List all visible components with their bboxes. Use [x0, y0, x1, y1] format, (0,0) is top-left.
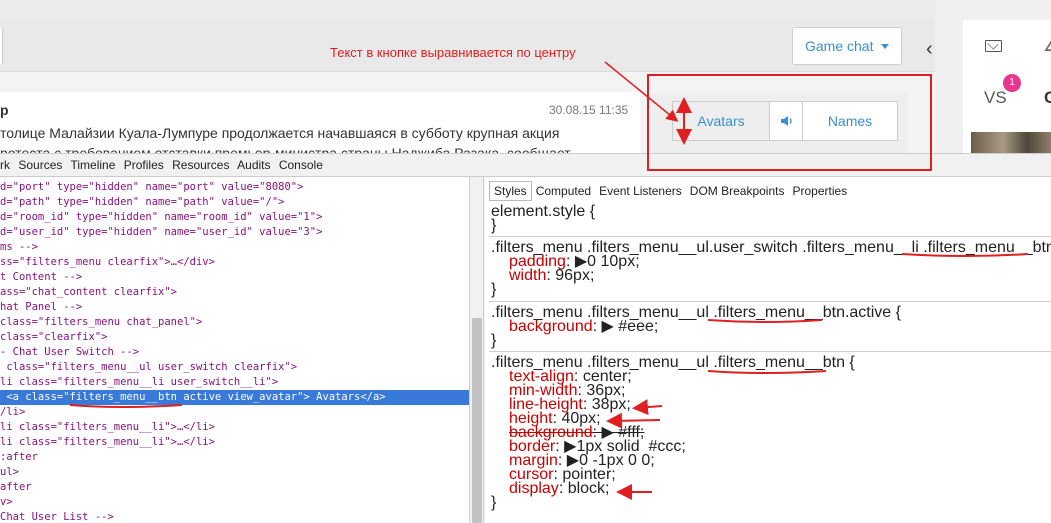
dom-node[interactable]: d="user_id" type="hidden" name="user_id"…: [0, 225, 322, 240]
message-author: р: [0, 102, 9, 118]
tab-profiles[interactable]: Profiles: [124, 158, 164, 172]
vs-label[interactable]: VS: [984, 88, 1007, 108]
tab-event-listeners[interactable]: Event Listeners: [595, 182, 686, 200]
user-icon[interactable]: C: [1044, 88, 1051, 108]
dom-node[interactable]: li class="filters_menu__li">…</li>: [0, 435, 215, 450]
dom-node[interactable]: d="port" type="hidden" name="port" value…: [0, 180, 303, 195]
tab-computed[interactable]: Computed: [532, 182, 595, 200]
tab-resources[interactable]: Resources: [172, 158, 229, 172]
dom-node[interactable]: d="path" type="hidden" name="path" value…: [0, 195, 284, 210]
rule-separator: [489, 351, 1051, 352]
game-chat-label: Game chat: [805, 38, 874, 54]
dom-node[interactable]: ul>: [0, 465, 19, 480]
rule-separator: [489, 301, 1051, 302]
dom-node[interactable]: d="room_id" type="hidden" name="room_id"…: [0, 210, 322, 225]
css-selector[interactable]: element.style {: [491, 204, 595, 220]
chevron-down-icon: [881, 44, 889, 49]
tab-properties[interactable]: Properties: [788, 182, 851, 200]
chevron-left-icon[interactable]: ‹: [926, 38, 933, 61]
notification-badge: 1: [1003, 74, 1021, 92]
dom-node[interactable]: ss="filters_menu clearfix">…</div>: [0, 255, 215, 270]
css-colon: :: [546, 267, 556, 284]
dom-node[interactable]: class="clearfix">: [0, 330, 107, 345]
css-property[interactable]: background: [509, 318, 593, 335]
screenshot-root: Game chat ‹ ∠ VS 1 C Текст в кнопке выра…: [0, 0, 1051, 523]
dom-node[interactable]: t Content -->: [0, 270, 82, 285]
css-declaration[interactable]: display: block;: [509, 480, 610, 497]
css-rule-close: }: [491, 217, 497, 234]
tab-console[interactable]: Console: [279, 158, 323, 172]
dom-tree: d="port" type="hidden" name="port" value…: [0, 177, 470, 523]
game-chat-dropdown[interactable]: Game chat: [792, 27, 902, 65]
css-rule-close: }: [491, 494, 497, 511]
tab-styles[interactable]: Styles: [489, 181, 532, 201]
css-value[interactable]: ▶ #eee;: [602, 318, 659, 335]
css-property[interactable]: width: [509, 267, 546, 284]
header-left-tab[interactable]: [0, 28, 3, 64]
annotation-highlight-box: [647, 74, 932, 171]
dom-node[interactable]: ass="chat_content clearfix">: [0, 285, 177, 300]
tab-network[interactable]: rk: [0, 158, 10, 172]
mail-icon[interactable]: [985, 40, 1002, 52]
css-colon: :: [592, 318, 602, 335]
dom-node-selected[interactable]: <a class="filters_menu__btn active view_…: [0, 390, 469, 405]
tab-sources[interactable]: Sources: [18, 158, 62, 172]
dom-node[interactable]: after: [0, 480, 32, 495]
rule-separator: [489, 236, 1051, 237]
dom-node[interactable]: - Chat User Switch -->: [0, 345, 139, 360]
css-value[interactable]: block;: [568, 480, 610, 497]
css-declaration[interactable]: width: 96px;: [509, 267, 594, 284]
tab-audits[interactable]: Audits: [237, 158, 270, 172]
annotation-text: Текст в кнопке выравнивается по центру: [330, 45, 576, 60]
dom-node[interactable]: :after: [0, 450, 38, 465]
dom-node[interactable]: v>: [0, 495, 13, 510]
dom-scrollbar-thumb[interactable]: [472, 318, 482, 523]
top-strip: [0, 0, 935, 20]
css-rule-close: }: [491, 281, 497, 298]
dom-node[interactable]: class="filters_menu chat_panel">: [0, 315, 202, 330]
css-declaration[interactable]: background: ▶ #eee;: [509, 318, 659, 335]
dom-node[interactable]: li class="filters_menu__li">…</li>: [0, 420, 215, 435]
edit-icon[interactable]: ∠: [1043, 36, 1051, 56]
user-photo: [971, 132, 1051, 153]
dom-node[interactable]: li class="filters_menu__li user_switch__…: [0, 375, 278, 390]
tab-dom-breakpoints[interactable]: DOM Breakpoints: [686, 182, 789, 200]
dom-node[interactable]: hat Panel -->: [0, 300, 82, 315]
message-text: толице Малайзии Куала-Лумпуре продолжает…: [0, 123, 600, 153]
dom-node[interactable]: Chat User List -->: [0, 510, 114, 523]
message-line: ротеста с требованием отставки премьер-м…: [0, 145, 571, 153]
css-value[interactable]: 96px;: [555, 267, 594, 284]
message-time: 30.08.15 11:35: [549, 103, 629, 117]
css-rule-close: }: [491, 332, 497, 349]
css-property[interactable]: display: [509, 480, 559, 497]
dom-node[interactable]: class="filters_menu__ul user_switch clea…: [0, 360, 297, 375]
dom-node[interactable]: /li>: [0, 405, 25, 420]
devtools-tabs: rk Sources Timeline Profiles Resources A…: [0, 158, 328, 172]
css-colon: :: [558, 480, 568, 497]
dom-node[interactable]: ms -->: [0, 240, 38, 255]
styles-tabs: Styles Computed Event Listeners DOM Breakpo…: [489, 181, 851, 201]
tab-timeline[interactable]: Timeline: [71, 158, 116, 172]
message-line: толице Малайзии Куала-Лумпуре продолжает…: [0, 125, 560, 141]
